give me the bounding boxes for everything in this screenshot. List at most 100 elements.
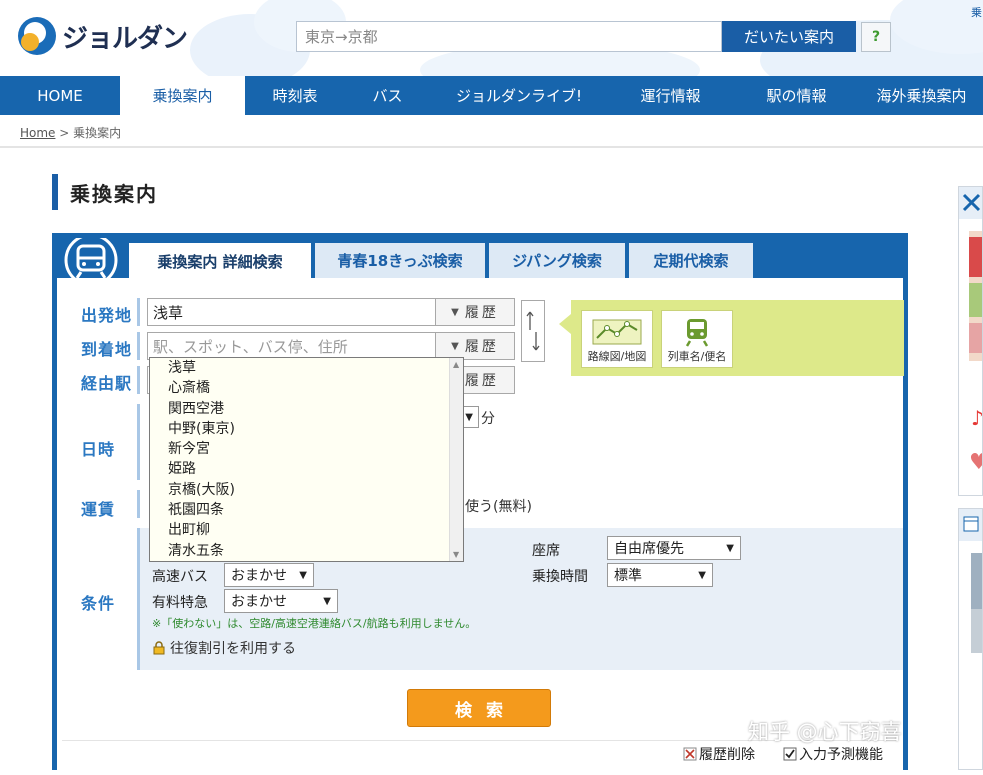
scroll-up-icon[interactable]: ▲ [453, 360, 459, 369]
autocomplete-item[interactable]: 心斎橋 [150, 378, 448, 398]
site-logo[interactable]: ジョルダン [18, 16, 188, 56]
main-nav: HOME 乗換案内 時刻表 バス ジョルダンライブ! 運行情報 駅の情報 海外乗… [0, 76, 983, 115]
dropdown-scrollbar[interactable]: ▲ ▼ [449, 358, 463, 561]
sidebar-widget-bottom [958, 508, 983, 770]
predictive-input-label: 入力予測機能 [799, 747, 883, 763]
site-header: ジョルダン 東京→京都 だいたい案内 ? 乗 [0, 0, 983, 76]
autocomplete-item[interactable]: 清水五条 [150, 541, 448, 561]
route-map-button[interactable]: 路線図/地図 [581, 310, 653, 368]
autocomplete-item[interactable]: 関西空港 [150, 399, 448, 419]
limited-express-select[interactable]: おまかせ ▼ [224, 589, 338, 613]
dropdown-arrow-icon: ▼ [698, 569, 706, 581]
nav-service-status[interactable]: 運行情報 [608, 76, 733, 115]
arrival-input[interactable]: 駅、スポット、バス停、住所 [148, 333, 436, 359]
departure-history-button[interactable]: ▼ 履歴 [436, 299, 514, 325]
label-bar [137, 490, 140, 518]
search-button[interactable]: 検索 [407, 689, 551, 727]
train-name-button[interactable]: 列車名/便名 [661, 310, 733, 368]
nav-overseas[interactable]: 海外乗換案内 [860, 76, 983, 115]
quick-search-input[interactable]: 東京→京都 [296, 21, 722, 52]
dropdown-arrow-icon: ▼ [726, 542, 734, 554]
minute-unit: 分 [481, 411, 495, 427]
dropdown-arrow-icon: ▼ [451, 306, 459, 318]
autocomplete-item[interactable]: 姫路 [150, 459, 448, 479]
swap-stations-button[interactable] [521, 300, 545, 362]
nav-timetable[interactable]: 時刻表 [245, 76, 345, 115]
breadcrumb: Home > 乗換案内 [20, 124, 121, 141]
breadcrumb-divider [0, 146, 983, 148]
watermark: 知乎 @心下窃喜 [748, 720, 902, 744]
swap-icon [526, 311, 540, 351]
sidebar-widget-top: ♪ ♥ [958, 186, 983, 496]
search-panel: 乗換案内 詳細検索 青春18きっぷ検索 ジパング検索 定期代検索 出発地 浅草 … [52, 233, 908, 775]
limited-express-value: おまかせ [231, 594, 287, 610]
delete-history-option[interactable]: 履歴削除 [683, 744, 755, 764]
route-map-label: 路線図/地図 [587, 350, 647, 363]
autocomplete-item[interactable]: 中野(東京) [150, 419, 448, 439]
quick-search-button[interactable]: だいたい案内 [722, 21, 856, 52]
autocomplete-list: 浅草 心斎橋 関西空港 中野(東京) 新今宮 姫路 京橋(大阪) 祇園四条 出町… [150, 358, 448, 561]
departure-input[interactable]: 浅草 [148, 299, 436, 325]
predictive-input-option[interactable]: 入力予測機能 [783, 744, 883, 764]
roundtrip-discount-option[interactable]: 往復割引を利用する [152, 638, 296, 658]
checkbox-checked-icon [783, 747, 797, 761]
tab-zipangu[interactable]: ジパング検索 [489, 243, 625, 278]
fare-free-option[interactable]: 使う(無料) [465, 496, 532, 516]
scroll-down-icon[interactable]: ▼ [453, 550, 459, 559]
quick-search: 東京→京都 だいたい案内 [296, 21, 856, 52]
tools-box: 路線図/地図 列車名/便名 [559, 300, 904, 376]
autocomplete-item[interactable]: 祇園四条 [150, 500, 448, 520]
seat-select[interactable]: 自由席優先 ▼ [607, 536, 741, 560]
departure-field: 浅草 ▼ 履歴 [147, 298, 515, 326]
autocomplete-item[interactable]: 京橋(大阪) [150, 480, 448, 500]
dropdown-arrow-icon: ▼ [299, 569, 307, 581]
tab-detailed-search[interactable]: 乗換案内 詳細検索 [129, 243, 311, 280]
conditions-note: ※「使わない」は、空路/高速空港連絡バス/航路も利用しません。 [152, 617, 477, 630]
arrival-label: 到着地 [81, 340, 133, 359]
tab-commuter-pass[interactable]: 定期代検索 [629, 243, 753, 278]
highway-bus-label: 高速バス [152, 569, 208, 585]
fare-label: 運賃 [81, 500, 116, 519]
arrival-field: 駅、スポット、バス停、住所 ▼ 履歴 [147, 332, 515, 360]
tools-icon: ♪ ♥ [959, 187, 983, 475]
highway-bus-select[interactable]: おまかせ ▼ [224, 563, 314, 587]
nav-transfer[interactable]: 乗換案内 [120, 76, 245, 115]
conditions-label: 条件 [81, 594, 116, 613]
calendar-icon [959, 509, 982, 653]
seat-value: 自由席優先 [614, 541, 684, 557]
train-name-icon [685, 319, 709, 347]
header-right-link[interactable]: 乗 [971, 4, 982, 20]
arrival-history-button[interactable]: ▼ 履歴 [436, 333, 514, 359]
limited-express-label: 有料特急 [152, 595, 208, 611]
label-bar [137, 404, 140, 480]
svg-text:♪: ♪ [971, 406, 983, 430]
nav-jorudan-live[interactable]: ジョルダンライブ! [430, 76, 608, 115]
nav-home[interactable]: HOME [0, 76, 120, 115]
history-label: 履歴 [464, 305, 499, 321]
autocomplete-item[interactable]: 浅草 [150, 358, 448, 378]
transfer-time-select[interactable]: 標準 ▼ [607, 563, 713, 587]
departure-label: 出発地 [81, 306, 133, 325]
train-name-label: 列車名/便名 [667, 350, 727, 363]
seat-label: 座席 [532, 543, 560, 559]
route-map-icon [592, 319, 642, 345]
page-title: 乗換案内 [52, 174, 158, 210]
nav-station-info[interactable]: 駅の情報 [733, 76, 860, 115]
nav-bus[interactable]: バス [345, 76, 430, 115]
autocomplete-item[interactable]: 新今宮 [150, 439, 448, 459]
highway-bus-value: おまかせ [231, 568, 287, 584]
breadcrumb-home[interactable]: Home [20, 126, 55, 140]
search-form: 出発地 浅草 ▼ 履歴 到着地 駅、スポット、バス停、住所 ▼ 履歴 経由駅 ▼ 履歴 [57, 278, 904, 775]
tab-seishun18[interactable]: 青春18きっぷ検索 [315, 243, 485, 278]
dropdown-arrow-icon: ▼ [465, 411, 473, 423]
autocomplete-dropdown: 浅草 心斎橋 関西空港 中野(東京) 新今宮 姫路 京橋(大阪) 祇園四条 出町… [149, 357, 464, 562]
autocomplete-item[interactable]: 出町柳 [150, 520, 448, 540]
help-button[interactable]: ? [861, 22, 891, 52]
transfer-time-value: 標準 [614, 568, 642, 584]
label-bar [137, 528, 140, 670]
breadcrumb-separator: > [59, 126, 70, 140]
breadcrumb-current: 乗換案内 [73, 126, 122, 140]
transfer-time-label: 乗換時間 [532, 569, 588, 585]
via-label: 経由駅 [81, 374, 133, 393]
datetime-label: 日時 [81, 440, 116, 459]
